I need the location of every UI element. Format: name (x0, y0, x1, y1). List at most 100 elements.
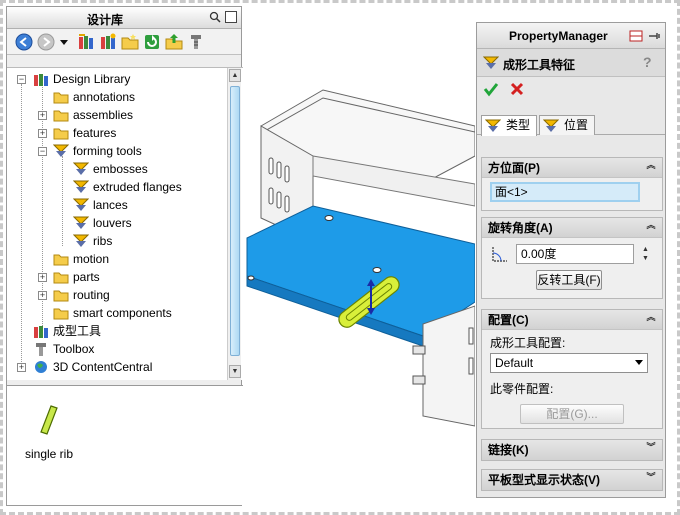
tree-item-label: embosses (93, 162, 148, 176)
scroll-down-arrow[interactable]: ▼ (229, 365, 241, 378)
tree-item-louvers[interactable]: louvers (7, 214, 227, 232)
tab-type[interactable]: 类型 (481, 115, 537, 136)
pin-icon[interactable] (647, 30, 661, 42)
back-arrow-icon[interactable] (15, 33, 33, 51)
sheet-metal-model[interactable] (243, 6, 475, 506)
tree-item-label: 3D ContentCentral (53, 360, 153, 374)
add-file-location-icon[interactable] (99, 33, 117, 51)
tree-vertical-scrollbar[interactable]: ▲ ▼ (227, 68, 241, 380)
tree-item-design-library[interactable]: − Design Library (7, 70, 227, 88)
tree-item-forming-tool-library[interactable]: 成型工具 (7, 322, 227, 340)
tree-item-extruded-flanges[interactable]: extruded flanges (7, 178, 227, 196)
tree-item-forming-tools[interactable]: − forming tools (7, 142, 227, 160)
tree-item-label: assemblies (73, 108, 134, 122)
scroll-thumb[interactable] (230, 86, 240, 356)
tab-label: 类型 (506, 118, 531, 132)
design-library-tree: − Design Library annotations + assemblie… (7, 67, 243, 380)
reverse-tool-button[interactable]: 反转工具(F) (536, 270, 602, 290)
tab-position[interactable]: 位置 (539, 115, 595, 135)
tree-item-assemblies[interactable]: + assemblies (7, 106, 227, 124)
face-selection-box[interactable]: 面<1> (490, 182, 640, 202)
tree-item-label: ribs (93, 234, 113, 248)
group-header[interactable]: 链接(K) ︾ (482, 440, 662, 460)
collapse-icon[interactable]: − (38, 147, 47, 156)
expand-icon[interactable]: + (38, 129, 47, 138)
pin-icon[interactable] (209, 11, 221, 23)
collapse-icon[interactable]: − (17, 75, 26, 84)
group-header[interactable]: 平板型式显示状态(V) ︾ (482, 470, 662, 490)
tree-item-label: motion (73, 252, 110, 266)
pm-action-bar (477, 77, 665, 103)
scroll-up-arrow[interactable]: ▲ (229, 69, 241, 82)
forming-tool-folder-icon (73, 234, 89, 247)
ok-checkmark-icon[interactable] (483, 81, 499, 97)
help-icon[interactable]: ? (643, 54, 657, 70)
rotation-angle-input[interactable]: 0.00度 (516, 244, 634, 264)
graphics-viewport[interactable] (243, 6, 475, 506)
group-header[interactable]: 配置(C) ︽ (482, 310, 662, 330)
tool-config-dropdown[interactable]: Default (490, 353, 648, 373)
forward-arrow-icon[interactable] (37, 33, 55, 51)
collapse-chevron-icon[interactable]: ︽ (646, 161, 656, 174)
tree-item-parts[interactable]: + parts (7, 268, 227, 286)
split-panel-icon[interactable] (629, 30, 643, 42)
folder-icon (53, 290, 69, 302)
expand-icon[interactable]: + (38, 291, 47, 300)
toolbox-icon[interactable] (187, 33, 205, 51)
design-library-title: 设计库 (87, 13, 124, 27)
tree-item-lances[interactable]: lances (7, 196, 227, 214)
up-folder-icon[interactable] (165, 33, 183, 51)
tree-item-label: features (73, 126, 117, 140)
group-header[interactable]: 旋转角度(A) ︽ (482, 218, 662, 238)
property-manager-title: PropertyManager (509, 29, 608, 43)
expand-chevron-icon[interactable]: ︾ (646, 443, 656, 456)
group-title: 旋转角度(A) (488, 221, 553, 235)
tree-item-label: Toolbox (53, 342, 95, 356)
tree-item-ribs[interactable]: ribs (7, 232, 227, 250)
tree-item-motion[interactable]: motion (7, 250, 227, 268)
cancel-x-icon[interactable] (509, 81, 525, 97)
forming-tool-folder-icon (73, 162, 89, 175)
configuration-group: 配置(C) ︽ 成形工具配置: Default 此零件配置: 配置(G)... (481, 309, 663, 429)
tree-item-smart-components[interactable]: smart components (7, 304, 227, 322)
spin-arrows-icon[interactable]: ▲ ▼ (642, 245, 652, 265)
group-header[interactable]: 方位面(P) ︽ (482, 158, 662, 178)
toolbox-icon (36, 343, 46, 356)
forming-tool-folder-icon (53, 144, 69, 157)
tree-item-embosses[interactable]: embosses (7, 160, 227, 178)
preview-item-single-rib[interactable]: single rib (19, 404, 79, 461)
folder-icon (53, 110, 69, 122)
folder-icon (53, 92, 69, 104)
refresh-icon[interactable] (143, 33, 161, 51)
tree-item-annotations[interactable]: annotations (7, 88, 227, 106)
expand-icon[interactable]: + (38, 273, 47, 282)
tree-item-routing[interactable]: + routing (7, 286, 227, 304)
configuration-button[interactable]: 配置(G)... (520, 404, 624, 424)
forming-tool-folder-icon (73, 180, 89, 193)
tree-item-3d-contentcentral[interactable]: + 3D ContentCentral (7, 358, 227, 376)
collapse-chevron-icon[interactable]: ︽ (646, 221, 656, 234)
window-toggle-icon[interactable] (225, 11, 237, 23)
group-title: 配置(C) (488, 313, 529, 327)
expand-icon[interactable]: + (17, 363, 26, 372)
part-config-label: 此零件配置: (490, 382, 554, 396)
tree-item-label: annotations (73, 90, 136, 104)
expand-icon[interactable]: + (38, 111, 47, 120)
tree-item-label: lances (93, 198, 128, 212)
angle-icon (492, 247, 507, 262)
design-library-titlebar: 设计库 (7, 7, 241, 29)
add-to-library-icon[interactable] (77, 33, 95, 51)
tree-item-toolbox[interactable]: Toolbox (7, 340, 227, 358)
feature-title: 成形工具特征 (503, 58, 576, 72)
design-library-toolbar (7, 29, 241, 55)
tree-item-label: Design Library (53, 72, 131, 86)
forming-tool-icon (483, 56, 499, 69)
folder-icon (53, 128, 69, 140)
dropdown-arrow-icon[interactable] (59, 33, 69, 51)
tool-config-label: 成形工具配置: (490, 336, 566, 350)
globe-icon (35, 361, 47, 373)
new-folder-icon[interactable] (121, 33, 139, 51)
collapse-chevron-icon[interactable]: ︽ (646, 313, 656, 326)
expand-chevron-icon[interactable]: ︾ (646, 473, 656, 486)
tree-item-features[interactable]: + features (7, 124, 227, 142)
